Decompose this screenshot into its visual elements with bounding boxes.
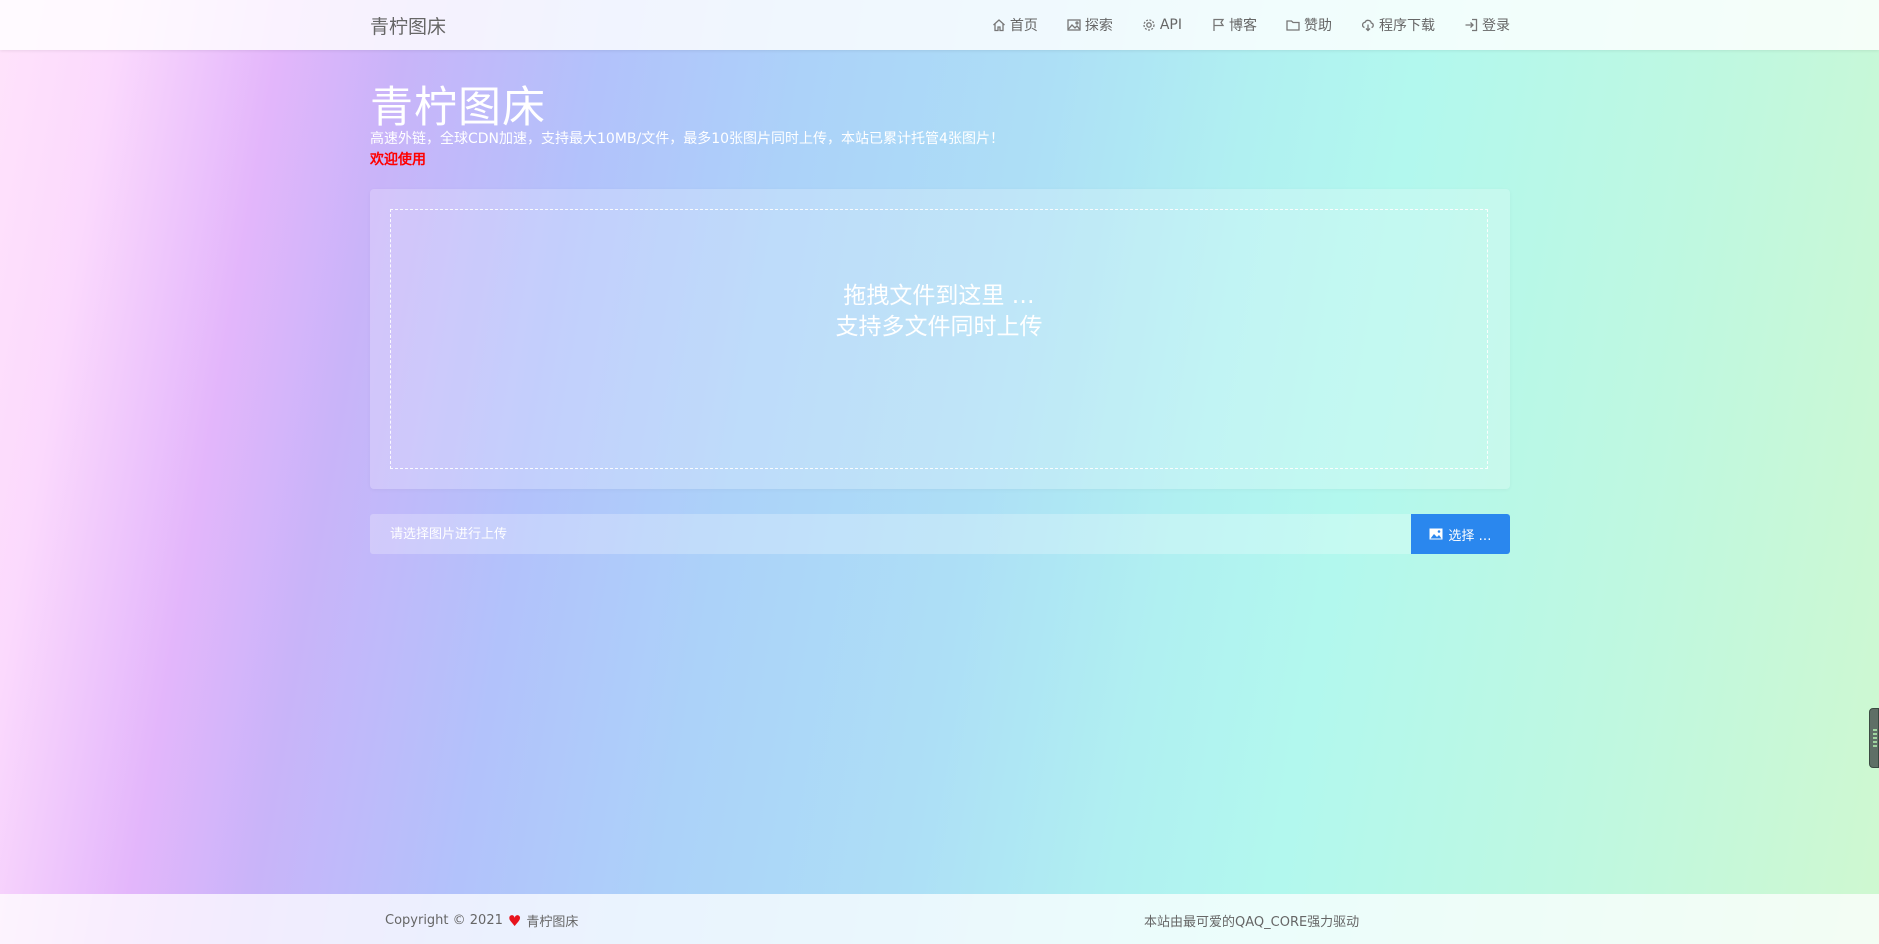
nav-home-label: 首页 <box>1009 18 1038 34</box>
drop-zone-hint: 支持多文件同时上传 <box>835 314 1043 340</box>
nav-blog[interactable]: 博客 <box>1211 15 1257 35</box>
side-tab-grip <box>1873 741 1877 743</box>
picture-icon <box>1429 528 1443 540</box>
gear-icon <box>1143 19 1155 31</box>
side-tab-grip <box>1873 729 1877 731</box>
nav-sponsor-label: 赞助 <box>1304 18 1332 34</box>
side-tab-grip <box>1873 745 1877 747</box>
choose-file-label: 选择 … <box>1448 528 1492 544</box>
top-navbar: 青柠图床 首页 探索 API 博客 赞助 程序下载 登录 <box>0 0 1879 50</box>
folder-icon <box>1286 20 1300 31</box>
upload-panel: 拖拽文件到这里 … 支持多文件同时上传 <box>370 189 1510 489</box>
copyright: Copyright © 2021 ♥ 青柠图床 <box>385 911 578 931</box>
side-tab-grip <box>1873 733 1877 735</box>
flag-icon <box>1213 18 1225 31</box>
nav-api-label: API <box>1159 17 1182 33</box>
home-icon <box>992 19 1005 32</box>
nav-explore-label: 探索 <box>1084 18 1113 34</box>
page-footer: Copyright © 2021 ♥ 青柠图床 本站由最可爱的QAQ_CORE强… <box>0 894 1879 944</box>
heart-icon: ♥ <box>507 911 522 930</box>
cloud-download-icon <box>1361 19 1374 32</box>
nav-login[interactable]: 登录 <box>1464 15 1510 35</box>
image-icon <box>1067 19 1081 31</box>
nav-login-label: 登录 <box>1482 18 1510 34</box>
footer-site-name[interactable]: 青柠图床 <box>526 911 578 930</box>
nav-blog-label: 博客 <box>1229 18 1257 34</box>
choose-file-button[interactable]: 选择 … <box>1411 514 1510 554</box>
file-drop-zone[interactable]: 拖拽文件到这里 … 支持多文件同时上传 <box>390 209 1488 469</box>
side-tab-grip <box>1873 737 1877 739</box>
welcome-text: 欢迎使用 <box>370 152 426 168</box>
nav-explore[interactable]: 探索 <box>1067 15 1113 35</box>
nav-api[interactable]: API <box>1142 17 1182 33</box>
nav-download[interactable]: 程序下载 <box>1361 15 1435 35</box>
side-widget-tab[interactable] <box>1869 708 1879 768</box>
copyright-text: Copyright © 2021 <box>385 913 503 928</box>
file-caption-input[interactable] <box>370 514 1411 554</box>
page-subtitle: 高速外链，全球CDN加速，支持最大10MB/文件，最多10张图片同时上传，本站已… <box>370 131 1004 147</box>
nav-home[interactable]: 首页 <box>992 15 1038 35</box>
sign-in-icon <box>1465 18 1478 32</box>
main-nav: 首页 探索 API 博客 赞助 程序下载 登录 <box>992 0 1510 50</box>
page-title: 青柠图床 <box>370 83 546 133</box>
upload-bar: 选择 … <box>370 514 1510 554</box>
drop-zone-caption: 拖拽文件到这里 … <box>843 283 1035 309</box>
powered-by-text: 本站由最可爱的QAQ_CORE强力驱动 <box>1144 915 1360 930</box>
nav-sponsor[interactable]: 赞助 <box>1286 15 1332 35</box>
nav-download-label: 程序下载 <box>1379 18 1435 34</box>
brand-logo[interactable]: 青柠图床 <box>370 12 446 39</box>
